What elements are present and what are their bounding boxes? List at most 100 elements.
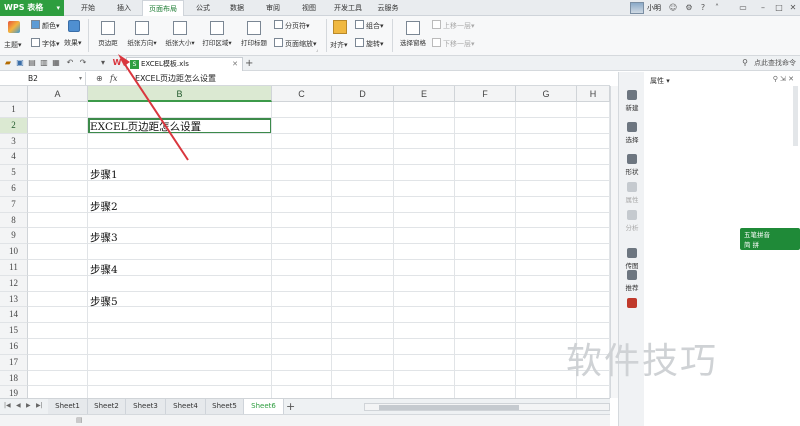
redo-icon[interactable]: ↷ [78,58,88,68]
formula-input[interactable]: EXCEL页边距怎么设置 [135,72,216,86]
cell-b13[interactable]: 步骤5 [90,294,118,309]
window-restore-icon[interactable]: ▭ [738,3,748,13]
bring-forward-button[interactable]: 上移一层▾ [432,20,475,31]
row-header-10[interactable]: 10 [0,244,28,260]
horizontal-scrollbar[interactable] [364,403,610,411]
side-tool-properties[interactable]: 属性 [619,182,645,204]
row-header-18[interactable]: 18 [0,370,28,387]
export-pdf-icon[interactable]: ▦ [51,58,61,68]
document-tab[interactable]: S EXCEL模板.xls ✕ [126,57,243,71]
panel-scrollbar[interactable] [793,86,798,146]
prev-sheet-icon[interactable]: ◀ [16,402,21,409]
tab-developer[interactable]: 开发工具 [328,0,368,16]
chevron-up-icon[interactable]: ˄ [712,3,722,13]
tab-page-layout[interactable]: 页面布局 [142,0,184,17]
column-header-g[interactable]: G [516,86,577,102]
row-header-5[interactable]: 5 [0,165,28,181]
send-backward-button[interactable]: 下移一层▾ [432,38,475,49]
sheet-tab-sheet5[interactable]: Sheet5 [206,399,244,414]
sheet-tab-sheet2[interactable]: Sheet2 [88,399,126,414]
close-icon[interactable]: ✕ [788,3,798,13]
row-header-13[interactable]: 13 [0,291,28,308]
column-header-d[interactable]: D [332,86,394,102]
last-sheet-icon[interactable]: ▶| [36,402,43,409]
avatar[interactable] [630,2,644,14]
tab-data[interactable]: 数据 [222,0,252,16]
row-header-9[interactable]: 9 [0,228,28,245]
effects-icon[interactable] [68,20,80,32]
find-command-field[interactable]: 点此查找命令 [754,57,796,70]
page-scale-button[interactable]: 页面缩放▾ [274,38,317,49]
tab-view[interactable]: 视图 [294,0,324,16]
side-tool-upload-image[interactable]: 传图 [619,248,645,270]
column-header-a[interactable]: A [28,86,88,102]
tab-review[interactable]: 审阅 [258,0,288,16]
sheet-tab-sheet3[interactable]: Sheet3 [126,399,166,414]
cell-area[interactable]: EXCEL页边距怎么设置 步骤1 步骤2 步骤3 步骤4 步骤5 [28,102,610,398]
ime-status-bar[interactable]: 五笔拼音 简 拼 [740,228,800,250]
help-icon[interactable]: ? [698,3,708,13]
sheet-tab-sheet1[interactable]: Sheet1 [48,399,88,414]
side-tool-recommend[interactable]: 推荐 [619,270,645,292]
app-menu-button[interactable]: WPS 表格 ▾ [0,0,64,16]
add-sheet-button[interactable]: + [286,399,295,414]
row-header-19[interactable]: 19 [0,386,28,398]
row-header-4[interactable]: 4 [0,149,28,166]
theme-icon[interactable] [8,21,20,33]
row-header-8[interactable]: 8 [0,212,28,229]
align-button[interactable]: 对齐▾ [330,40,348,50]
print-titles-button[interactable]: 打印标题 [238,18,270,54]
orientation-button[interactable]: 纸张方向▾ [125,18,159,54]
user-status-icon[interactable]: ☺ [668,3,678,13]
column-header-f[interactable]: F [455,86,516,102]
tab-formulas[interactable]: 公式 [188,0,218,16]
align-icon[interactable] [333,20,347,34]
tab-cloud[interactable]: 云服务 [372,0,404,16]
new-tab-button[interactable]: + [245,56,255,71]
trash-icon[interactable] [619,298,645,310]
group-button[interactable]: 组合▾ [355,20,384,31]
paper-size-button[interactable]: 纸张大小▾ [163,18,197,54]
effects-button[interactable]: 效果▾ [64,38,82,48]
name-box[interactable]: B2 ▾ [0,72,86,86]
row-header-7[interactable]: 7 [0,196,28,213]
cell-b9[interactable]: 步骤3 [90,230,118,245]
zoom-icon[interactable]: ⊕ [96,72,103,86]
row-header-16[interactable]: 16 [0,339,28,355]
colors-button[interactable]: 颜色▾ [31,20,60,31]
row-header-1[interactable]: 1 [0,102,28,118]
row-header-2[interactable]: 2 [0,117,28,134]
properties-title[interactable]: 属性 ▾ [650,76,670,86]
cell-b11[interactable]: 步骤4 [90,262,118,277]
selection-pane-button[interactable]: 选择窗格 [396,18,430,54]
row-header-14[interactable]: 14 [0,307,28,324]
sheet-tab-sheet6[interactable]: Sheet6 [244,399,284,414]
theme-button[interactable]: 主题▾ [4,40,22,50]
print-preview-icon[interactable]: ▤ [27,58,37,68]
side-tool-analysis[interactable]: 分析 [619,210,645,232]
column-header-e[interactable]: E [394,86,455,102]
select-all-corner[interactable] [0,86,28,102]
sheet-view-icon[interactable]: ▤ [76,416,83,424]
side-tool-new[interactable]: 新建 [619,90,645,112]
row-header-12[interactable]: 12 [0,275,28,292]
maximize-icon[interactable]: □ [774,3,784,13]
column-header-c[interactable]: C [272,86,332,102]
page-break-button[interactable]: 分页符▾ [274,20,310,31]
first-sheet-icon[interactable]: |◀ [4,402,11,409]
column-header-h[interactable]: H [577,86,610,102]
side-tool-select[interactable]: 选择 [619,122,645,144]
undo-icon[interactable]: ↶ [65,58,75,68]
save-icon[interactable]: ▣ [15,58,25,68]
search-icon[interactable]: ⚲ [740,58,750,68]
minimize-icon[interactable]: – [758,3,768,13]
row-header-17[interactable]: 17 [0,354,28,371]
row-header-11[interactable]: 11 [0,260,28,276]
dialog-launcher-icon[interactable]: ⌟ [316,47,318,53]
chevron-down-icon[interactable]: ▾ [98,58,108,68]
row-header-3[interactable]: 3 [0,133,28,150]
print-area-button[interactable]: 打印区域▾ [199,18,235,54]
print-icon[interactable]: ▥ [39,58,49,68]
side-tool-shape[interactable]: 形状 [619,154,645,176]
row-header-6[interactable]: 6 [0,181,28,197]
